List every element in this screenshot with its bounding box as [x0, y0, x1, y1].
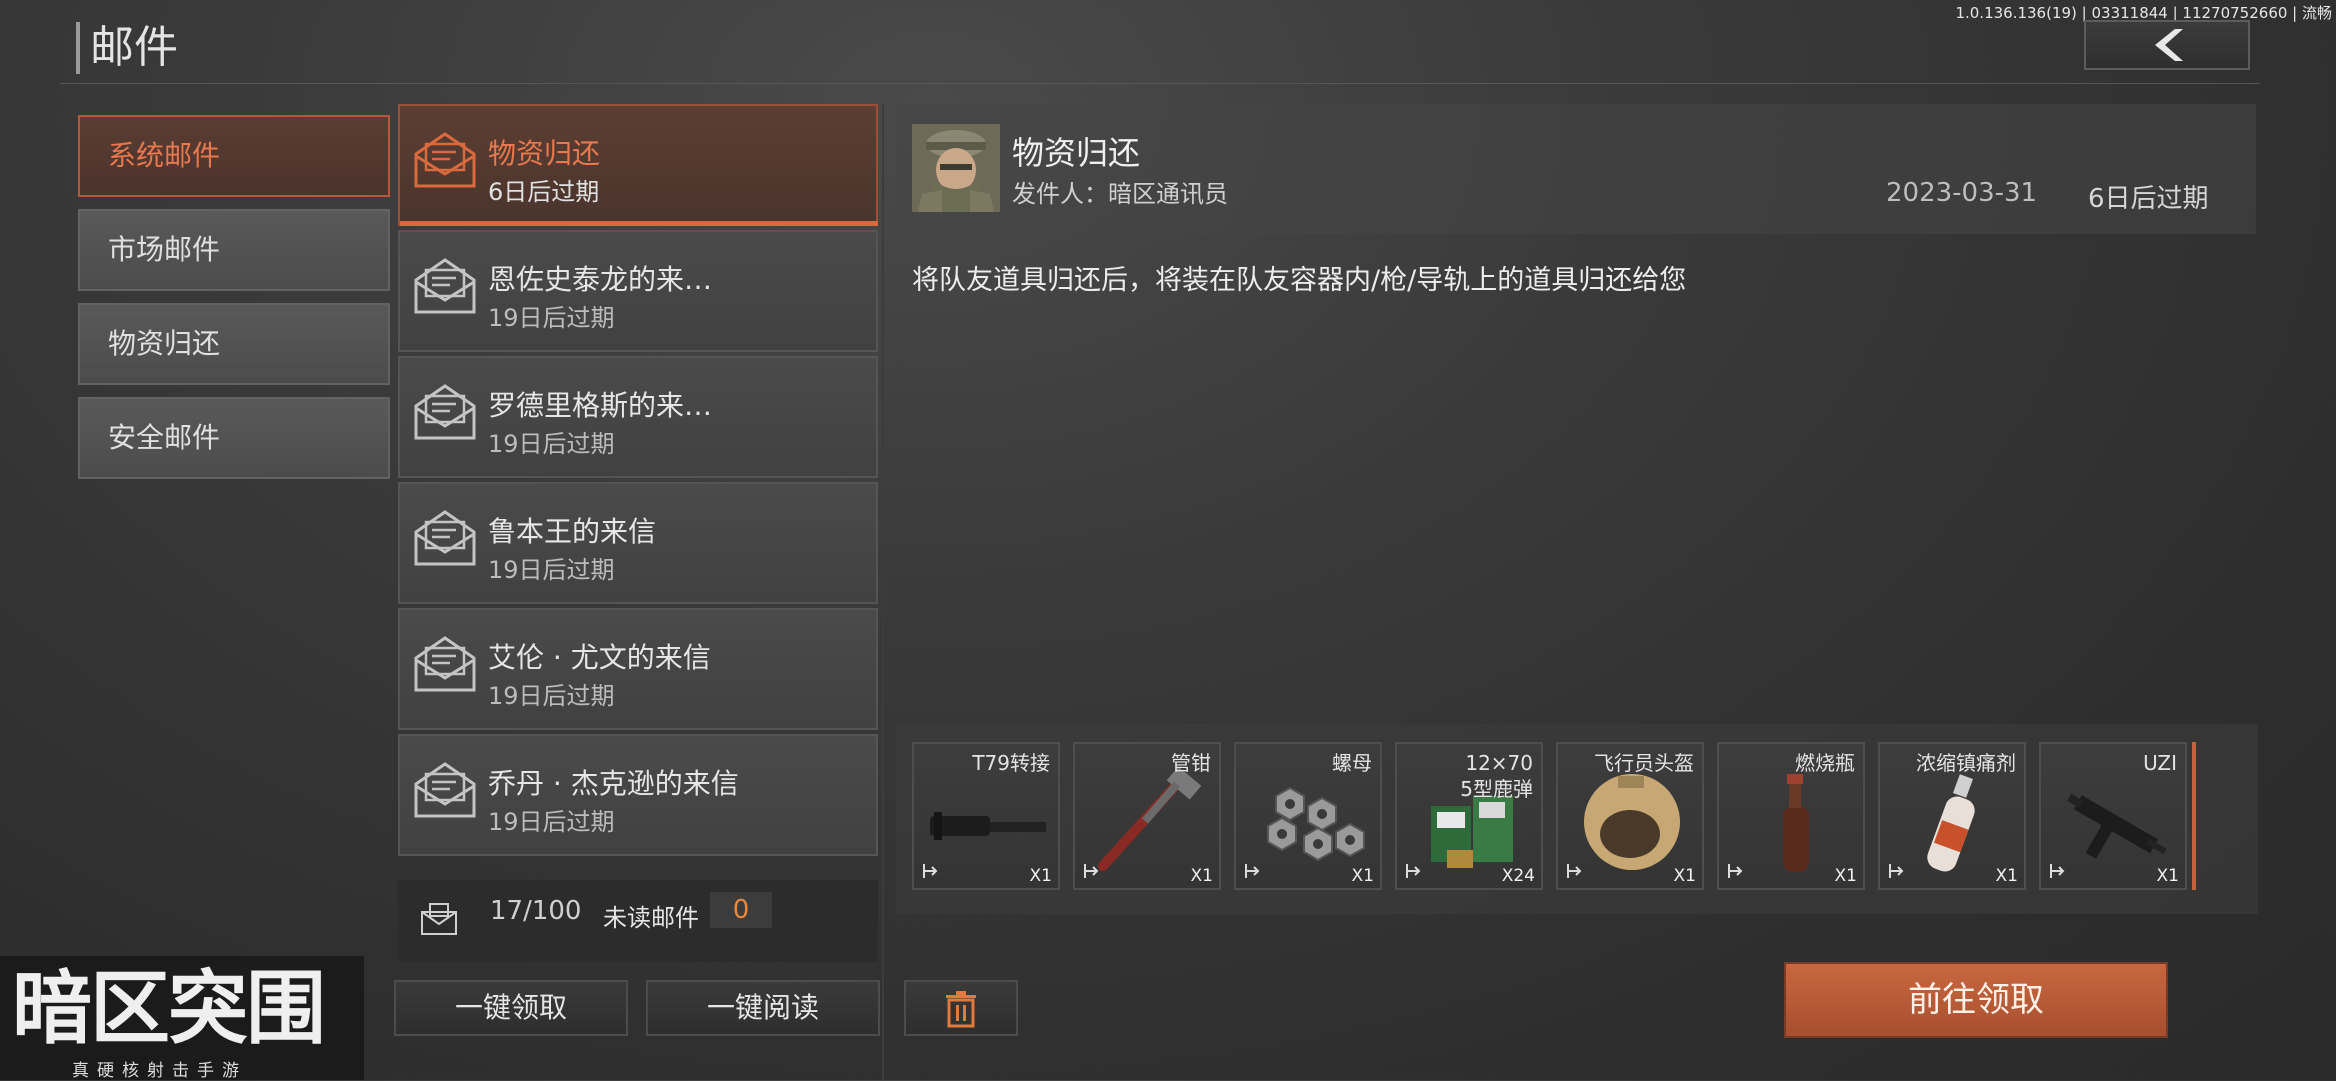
attachment-qty: X1 [1673, 866, 1696, 886]
mail-detail-header: 物资归还 发件人：暗区通讯员 2023-03-31 6日后过期 [896, 104, 2256, 234]
trash-icon [946, 991, 976, 1028]
mail-count: 17/100 [490, 896, 582, 926]
item-icon [1267, 786, 1365, 862]
attachment-name: T79转接 [972, 751, 1050, 775]
logo-tagline: 真硬核射击手游 [72, 1061, 247, 1081]
attachment-strip[interactable]: T79转接 X1 管钳 X1 螺母 X1 12×70 5型鹿弹 X24 飞行员头… [896, 724, 2258, 914]
mail-item-expire: 19日后过期 [488, 682, 615, 710]
chevron-left-icon [2155, 29, 2183, 61]
attachment-item[interactable]: 12×70 5型鹿弹 X24 [1395, 742, 1543, 890]
bind-marker-icon [2050, 864, 2065, 878]
attachment-name: 飞行员头盔 [1594, 751, 1694, 775]
attachment-qty: X1 [1351, 866, 1374, 886]
attachment-name: 燃烧瓶 [1795, 751, 1855, 775]
panel-divider [882, 104, 884, 1080]
attachment-name: 12×70 5型鹿弹 [1460, 751, 1533, 801]
scroll-indicator [2192, 742, 2196, 890]
mail-list-item[interactable]: 乔丹 · 杰克逊的来信 19日后过期 [398, 734, 878, 856]
mail-list-item[interactable]: 恩佐史泰龙的来… 19日后过期 [398, 230, 878, 352]
mail-list-item[interactable]: 鲁本王的来信 19日后过期 [398, 482, 878, 604]
read-all-button[interactable]: 一键阅读 [646, 980, 880, 1036]
logo-title: 暗区突围 [12, 962, 326, 1055]
mail-item-title: 恩佐史泰龙的来… [488, 263, 713, 296]
envelope-icon [414, 510, 476, 566]
item-icon [1927, 774, 1975, 872]
header-divider [60, 83, 2260, 84]
go-claim-button[interactable]: 前往领取 [1784, 962, 2168, 1038]
mail-item-title: 物资归还 [488, 137, 601, 170]
attachment-item[interactable]: T79转接 X1 [912, 742, 1060, 890]
mail-date: 2023-03-31 [1886, 178, 2038, 208]
mailbox-icon [421, 903, 457, 935]
unread-label: 未读邮件 [603, 904, 699, 932]
mail-item-title: 鲁本王的来信 [488, 515, 657, 548]
item-icon [930, 812, 1046, 840]
bind-marker-icon [923, 864, 938, 878]
attachment-name: UZI [2143, 751, 2177, 775]
delete-button[interactable] [904, 980, 1018, 1036]
attachment-qty: X24 [1501, 866, 1535, 886]
mail-list-item[interactable]: 物资归还 6日后过期 [398, 104, 878, 226]
attachment-qty: X1 [1190, 866, 1213, 886]
bind-marker-icon [1728, 864, 1743, 878]
mail-item-expire: 19日后过期 [488, 808, 615, 836]
mail-expire: 6日后过期 [2088, 184, 2209, 214]
item-icon [2067, 793, 2167, 859]
item-icon [1098, 766, 1202, 871]
attachment-item[interactable]: 燃烧瓶 X1 [1717, 742, 1865, 890]
envelope-icon [414, 132, 476, 188]
item-icon [1584, 774, 1680, 870]
page-title: 邮件 [76, 22, 178, 74]
mail-list-item[interactable]: 罗德里格斯的来… 19日后过期 [398, 356, 878, 478]
mail-list-footer: 17/100 未读邮件 0 [398, 880, 878, 962]
envelope-icon [414, 258, 476, 314]
mail-detail-title: 物资归还 [1012, 134, 1141, 172]
attachment-item[interactable]: 浓缩镇痛剂 X1 [1878, 742, 2026, 890]
attachment-item[interactable]: 螺母 X1 [1234, 742, 1382, 890]
bind-marker-icon [1245, 864, 1260, 878]
mail-item-expire: 6日后过期 [488, 178, 600, 206]
bind-marker-icon [1406, 864, 1421, 878]
mail-item-expire: 19日后过期 [488, 430, 615, 458]
mail-item-title: 艾伦 · 尤文的来信 [488, 641, 711, 674]
sender-avatar [912, 124, 1000, 212]
mail-list-item[interactable]: 艾伦 · 尤文的来信 19日后过期 [398, 608, 878, 730]
mail-item-expire: 19日后过期 [488, 304, 615, 332]
active-underline [400, 221, 878, 226]
mail-body: 将队友道具归还后，将装在队友容器内/枪/导轨上的道具归还给您 [912, 265, 1687, 296]
unread-count: 0 [710, 892, 772, 928]
bind-marker-icon [1084, 864, 1099, 878]
bind-marker-icon [1567, 864, 1582, 878]
claim-all-button[interactable]: 一键领取 [394, 980, 628, 1036]
attachment-qty: X1 [1834, 866, 1857, 886]
attachment-qty: X1 [1029, 866, 1052, 886]
attachment-name: 管钳 [1171, 751, 1211, 775]
attachment-item[interactable]: UZI X1 [2039, 742, 2187, 890]
tab-supply-return[interactable]: 物资归还 [78, 303, 390, 385]
item-icon [1783, 774, 1809, 872]
attachment-qty: X1 [2156, 866, 2179, 886]
envelope-icon [414, 762, 476, 818]
mail-item-title: 罗德里格斯的来… [488, 389, 713, 422]
bind-marker-icon [1889, 864, 1904, 878]
tab-system-mail[interactable]: 系统邮件 [78, 115, 390, 197]
attachment-name: 螺母 [1332, 751, 1372, 775]
attachment-item[interactable]: 飞行员头盔 X1 [1556, 742, 1704, 890]
mail-item-expire: 19日后过期 [488, 556, 615, 584]
mail-list[interactable]: 物资归还 6日后过期 恩佐史泰龙的来… 19日后过期 罗德里格斯的来… 19日后… [398, 104, 878, 864]
tab-security-mail[interactable]: 安全邮件 [78, 397, 390, 479]
tab-market-mail[interactable]: 市场邮件 [78, 209, 390, 291]
envelope-icon [414, 636, 476, 692]
mail-item-title: 乔丹 · 杰克逊的来信 [488, 767, 739, 800]
attachment-qty: X1 [1995, 866, 2018, 886]
back-button[interactable] [2084, 20, 2250, 70]
game-logo: 暗区突围 真硬核射击手游 [0, 956, 364, 1081]
attachment-name: 浓缩镇痛剂 [1916, 751, 2016, 775]
envelope-icon [414, 384, 476, 440]
attachment-item[interactable]: 管钳 X1 [1073, 742, 1221, 890]
mail-sender: 发件人：暗区通讯员 [1012, 180, 1228, 208]
